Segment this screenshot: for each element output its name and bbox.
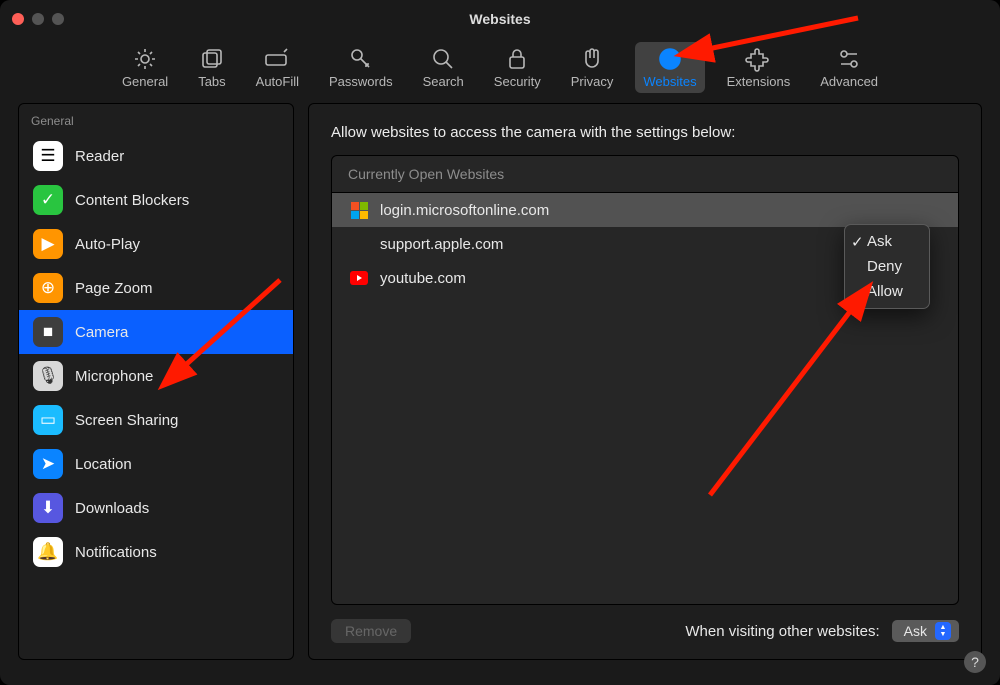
apple-icon: [350, 235, 368, 253]
help-button[interactable]: ?: [964, 651, 986, 673]
tab-tabs[interactable]: Tabs: [190, 42, 233, 93]
window-title: Websites: [0, 11, 1000, 27]
tab-label: AutoFill: [256, 74, 299, 89]
sidebar-item-label: Reader: [75, 148, 124, 165]
gear-icon: [132, 46, 158, 72]
sidebar-item-label: Content Blockers: [75, 192, 189, 209]
visiting-other-label: When visiting other websites:: [685, 623, 879, 640]
location-icon: ➤: [33, 449, 63, 479]
sidebar-item-label: Auto-Play: [75, 236, 140, 253]
tab-label: Privacy: [571, 74, 614, 89]
microsoft-icon: [350, 201, 368, 219]
tab-passwords[interactable]: Passwords: [321, 42, 401, 93]
sidebar-item-label: Microphone: [75, 368, 153, 385]
tab-extensions[interactable]: Extensions: [719, 42, 799, 93]
play-icon: ▶: [33, 229, 63, 259]
button-label: Remove: [345, 623, 397, 639]
tab-advanced[interactable]: Advanced: [812, 42, 886, 93]
sidebar-item-label: Notifications: [75, 544, 157, 561]
help-icon: ?: [971, 654, 979, 670]
sidebar-item-label: Location: [75, 456, 132, 473]
site-row[interactable]: login.microsoftonline.com: [332, 193, 958, 227]
download-icon: ⬇: [33, 493, 63, 523]
panel-footer: Remove When visiting other websites: Ask…: [331, 605, 959, 643]
tab-label: Security: [494, 74, 541, 89]
tab-label: Search: [423, 74, 464, 89]
hand-icon: [579, 46, 605, 72]
reader-icon: ☰: [33, 141, 63, 171]
sidebar-item-camera[interactable]: ■ Camera: [19, 310, 293, 354]
tabs-icon: [199, 46, 225, 72]
tab-security[interactable]: Security: [486, 42, 549, 93]
shield-check-icon: ✓: [33, 185, 63, 215]
tab-privacy[interactable]: Privacy: [563, 42, 622, 93]
tab-autofill[interactable]: AutoFill: [248, 42, 307, 93]
tab-general[interactable]: General: [114, 42, 176, 93]
microphone-icon: 🎙: [33, 361, 63, 391]
zoom-icon: ⊕: [33, 273, 63, 303]
remove-button[interactable]: Remove: [331, 619, 411, 643]
camera-icon: ■: [33, 317, 63, 347]
sidebar-item-screen-sharing[interactable]: ▭ Screen Sharing: [19, 398, 293, 442]
tab-label: General: [122, 74, 168, 89]
tab-label: Extensions: [727, 74, 791, 89]
tab-label: Websites: [643, 74, 696, 89]
tab-search[interactable]: Search: [415, 42, 472, 93]
sidebar-item-content-blockers[interactable]: ✓ Content Blockers: [19, 178, 293, 222]
sidebar-item-notifications[interactable]: 🔔 Notifications: [19, 530, 293, 574]
tab-label: Tabs: [198, 74, 225, 89]
youtube-icon: [350, 269, 368, 287]
popover-option-allow[interactable]: Allow: [845, 279, 929, 304]
bell-icon: 🔔: [33, 537, 63, 567]
tab-label: Passwords: [329, 74, 393, 89]
sidebar-item-microphone[interactable]: 🎙 Microphone: [19, 354, 293, 398]
sidebar-item-page-zoom[interactable]: ⊕ Page Zoom: [19, 266, 293, 310]
popover-option-deny[interactable]: Deny: [845, 254, 929, 279]
permission-popover: Ask Deny Allow: [844, 224, 930, 309]
visiting-other-select[interactable]: Ask ▲▼: [892, 620, 959, 642]
select-value: Ask: [904, 623, 927, 639]
preferences-toolbar: General Tabs AutoFill Passwords Search S…: [0, 38, 1000, 103]
screen-icon: ▭: [33, 405, 63, 435]
main-panel: Allow websites to access the camera with…: [308, 103, 982, 660]
autofill-icon: [264, 46, 290, 72]
popover-option-ask[interactable]: Ask: [845, 229, 929, 254]
site-domain: youtube.com: [380, 270, 466, 287]
sidebar-item-label: Screen Sharing: [75, 412, 178, 429]
globe-icon: [657, 46, 683, 72]
sidebar-item-downloads[interactable]: ⬇ Downloads: [19, 486, 293, 530]
sidebar-item-reader[interactable]: ☰ Reader: [19, 134, 293, 178]
tab-websites[interactable]: Websites: [635, 42, 704, 93]
preferences-window: Websites General Tabs AutoFill Passwords…: [0, 0, 1000, 685]
puzzle-icon: [745, 46, 771, 72]
sidebar: General ☰ Reader ✓ Content Blockers ▶ Au…: [18, 103, 294, 660]
sidebar-item-label: Downloads: [75, 500, 149, 517]
window-body: General ☰ Reader ✓ Content Blockers ▶ Au…: [0, 103, 1000, 678]
sidebar-item-label: Camera: [75, 324, 128, 341]
site-domain: support.apple.com: [380, 236, 503, 253]
sites-list-header: Currently Open Websites: [332, 156, 958, 193]
panel-heading: Allow websites to access the camera with…: [331, 124, 959, 141]
sidebar-item-location[interactable]: ➤ Location: [19, 442, 293, 486]
site-domain: login.microsoftonline.com: [380, 202, 549, 219]
search-icon: [430, 46, 456, 72]
sidebar-item-label: Page Zoom: [75, 280, 153, 297]
sites-list-box: Currently Open Websites login.microsofto…: [331, 155, 959, 605]
stepper-arrows-icon: ▲▼: [935, 622, 951, 640]
key-icon: [348, 46, 374, 72]
titlebar: Websites: [0, 0, 1000, 38]
lock-icon: [504, 46, 530, 72]
sidebar-group-label: General: [19, 110, 293, 134]
sidebar-item-auto-play[interactable]: ▶ Auto-Play: [19, 222, 293, 266]
advanced-icon: [836, 46, 862, 72]
tab-label: Advanced: [820, 74, 878, 89]
